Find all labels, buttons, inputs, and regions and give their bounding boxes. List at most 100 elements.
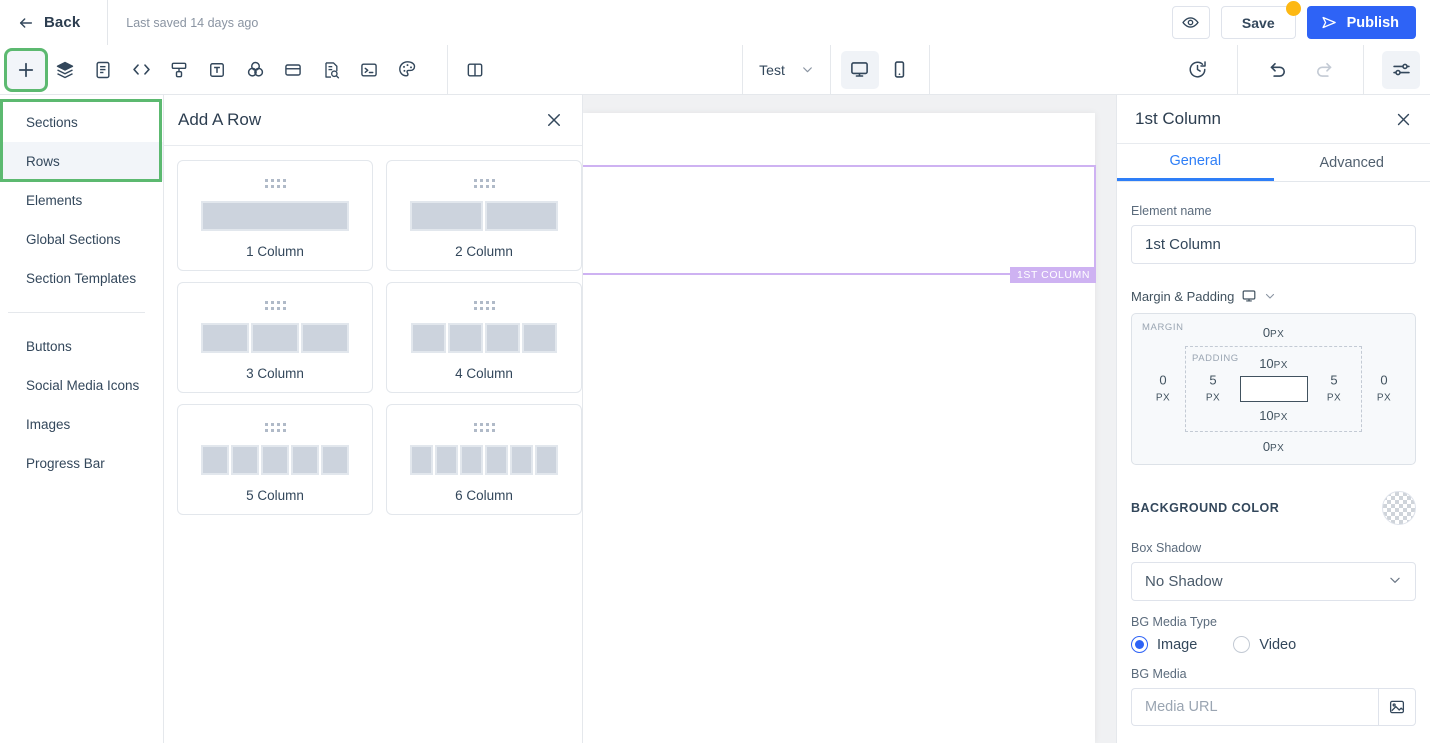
margin-left-value[interactable]: 0 PX [1146,373,1180,406]
code-button[interactable] [122,51,160,89]
row-preview-column [485,201,558,231]
undo-button[interactable] [1259,51,1297,89]
chevron-down-icon[interactable] [1264,290,1276,302]
element-name-input[interactable] [1131,225,1416,264]
bg-media-url-input[interactable] [1131,688,1378,726]
row-preview-column [291,445,319,475]
redo-button[interactable] [1304,51,1342,89]
seo-button[interactable] [312,51,350,89]
radio-video[interactable]: Video [1233,636,1296,653]
element-name-label: Element name [1131,204,1212,218]
row-template-label: 4 Column [455,366,513,381]
margin-right-value[interactable]: 0 PX [1367,373,1401,406]
sidebar-item-sections[interactable]: Sections [0,103,163,142]
row-template-card[interactable]: 5 Column [177,404,373,515]
page-settings-button[interactable] [84,51,122,89]
settings-panel-title: 1st Column [1135,109,1221,128]
margin-top-value[interactable]: 0PX [1263,325,1284,342]
padding-top-value[interactable]: 10PX [1259,356,1288,373]
row-preview-column [321,445,349,475]
unit-text: PX [1273,360,1288,371]
split-view-button[interactable] [456,51,494,89]
text-button[interactable] [198,51,236,89]
row-template-card[interactable]: 4 Column [386,282,582,393]
sidebar-item-buttons[interactable]: Buttons [0,327,163,366]
sidebar-item-label: Sections [26,115,78,130]
mobile-view-button[interactable] [881,51,919,89]
send-icon [1322,16,1336,29]
theme-button[interactable] [236,51,274,89]
sidebar-item-label: Section Templates [26,271,137,286]
box-shadow-select[interactable]: No Shadow [1131,562,1416,601]
padding-bottom-value[interactable]: 10PX [1259,408,1288,425]
box-model-editor[interactable]: MARGIN PADDING 0PX 0PX 0 PX 0 PX 10PX 10… [1131,313,1416,465]
history-icon [1189,61,1206,78]
value-text: 5 [1209,372,1217,388]
unsaved-changes-badge [1285,1,1301,16]
settings-panel-close-button[interactable] [1392,108,1414,130]
bg-media-row [1131,688,1416,726]
preview-button[interactable] [1171,6,1210,39]
variant-selector[interactable]: Test [743,62,830,78]
toolbar-divider-4 [928,44,930,95]
publish-button[interactable]: Publish [1306,6,1416,39]
row-preview [201,201,349,231]
add-row-close-button[interactable] [542,108,566,132]
tab-general[interactable]: General [1117,144,1274,181]
value-text: 0 [1159,372,1167,388]
row-template-label: 2 Column [455,244,513,259]
add-element-button[interactable] [4,47,48,92]
sidebar-item-images[interactable]: Images [0,405,163,444]
sidebar-divider [8,312,145,313]
row-preview [410,445,558,475]
sidebar-item-rows[interactable]: Rows [0,142,163,181]
canvas-page[interactable]: 1ST COLUMN [583,113,1096,743]
canvas-column-1st[interactable]: 1ST COLUMN [583,165,1096,283]
sidebar-item-global-sections[interactable]: Global Sections [0,220,163,259]
box-shadow-value: No Shadow [1145,573,1223,590]
mobile-icon [895,61,905,78]
bg-media-picker-button[interactable] [1378,688,1416,726]
sidebar-item-elements[interactable]: Elements [0,181,163,220]
row-template-card[interactable]: 1 Column [177,160,373,271]
save-button[interactable]: Save [1220,6,1296,39]
popup-button[interactable] [274,51,312,89]
row-template-label: 5 Column [246,488,304,503]
sidebar-item-social-media-icons[interactable]: Social Media Icons [0,366,163,405]
settings-tabs: General Advanced [1117,144,1430,182]
background-color-row: BACKGROUND COLOR [1131,491,1416,525]
layers-button[interactable] [46,51,84,89]
toolbar-divider-1 [447,44,448,95]
row-template-card[interactable]: 6 Column [386,404,582,515]
revision-history-button[interactable] [1178,51,1216,89]
radio-image[interactable]: Image [1131,636,1197,653]
top-bar-actions: Save Publish [1171,1,1416,39]
close-icon [1397,113,1409,125]
padding-right-value[interactable]: 5 PX [1319,373,1349,406]
styles-button[interactable] [388,51,426,89]
margin-padding-label: Margin & Padding [1131,288,1235,304]
back-button[interactable]: Back [18,14,80,31]
settings-panel-button[interactable] [1382,50,1420,89]
sidebar-item-progress-bar[interactable]: Progress Bar [0,444,163,483]
editor-toolbar: Test [0,44,1430,95]
row-preview-column [231,445,259,475]
row-preview [201,445,349,475]
desktop-icon[interactable] [1241,288,1257,304]
tab-advanced[interactable]: Advanced [1274,144,1430,181]
margin-bottom-value[interactable]: 0PX [1263,439,1284,456]
sidebar-item-section-templates[interactable]: Section Templates [0,259,163,298]
row-preview-column [411,323,446,353]
form-button[interactable] [160,51,198,89]
sidebar-item-label: Rows [26,154,60,169]
background-color-swatch[interactable] [1382,491,1416,525]
padding-left-value[interactable]: 5 PX [1198,373,1228,406]
row-template-card[interactable]: 2 Column [386,160,582,271]
desktop-view-button[interactable] [840,50,879,89]
editor-canvas[interactable]: 1ST COLUMN [583,95,1116,743]
row-template-grid: 1 Column 2 Column 3 Column 4 Column 5 Column… [164,146,582,515]
row-template-card[interactable]: 3 Column [177,282,373,393]
custom-code-button[interactable] [350,51,388,89]
column-label-badge: 1ST COLUMN [1010,266,1096,283]
last-saved-text: Last saved 14 days ago [126,15,259,30]
